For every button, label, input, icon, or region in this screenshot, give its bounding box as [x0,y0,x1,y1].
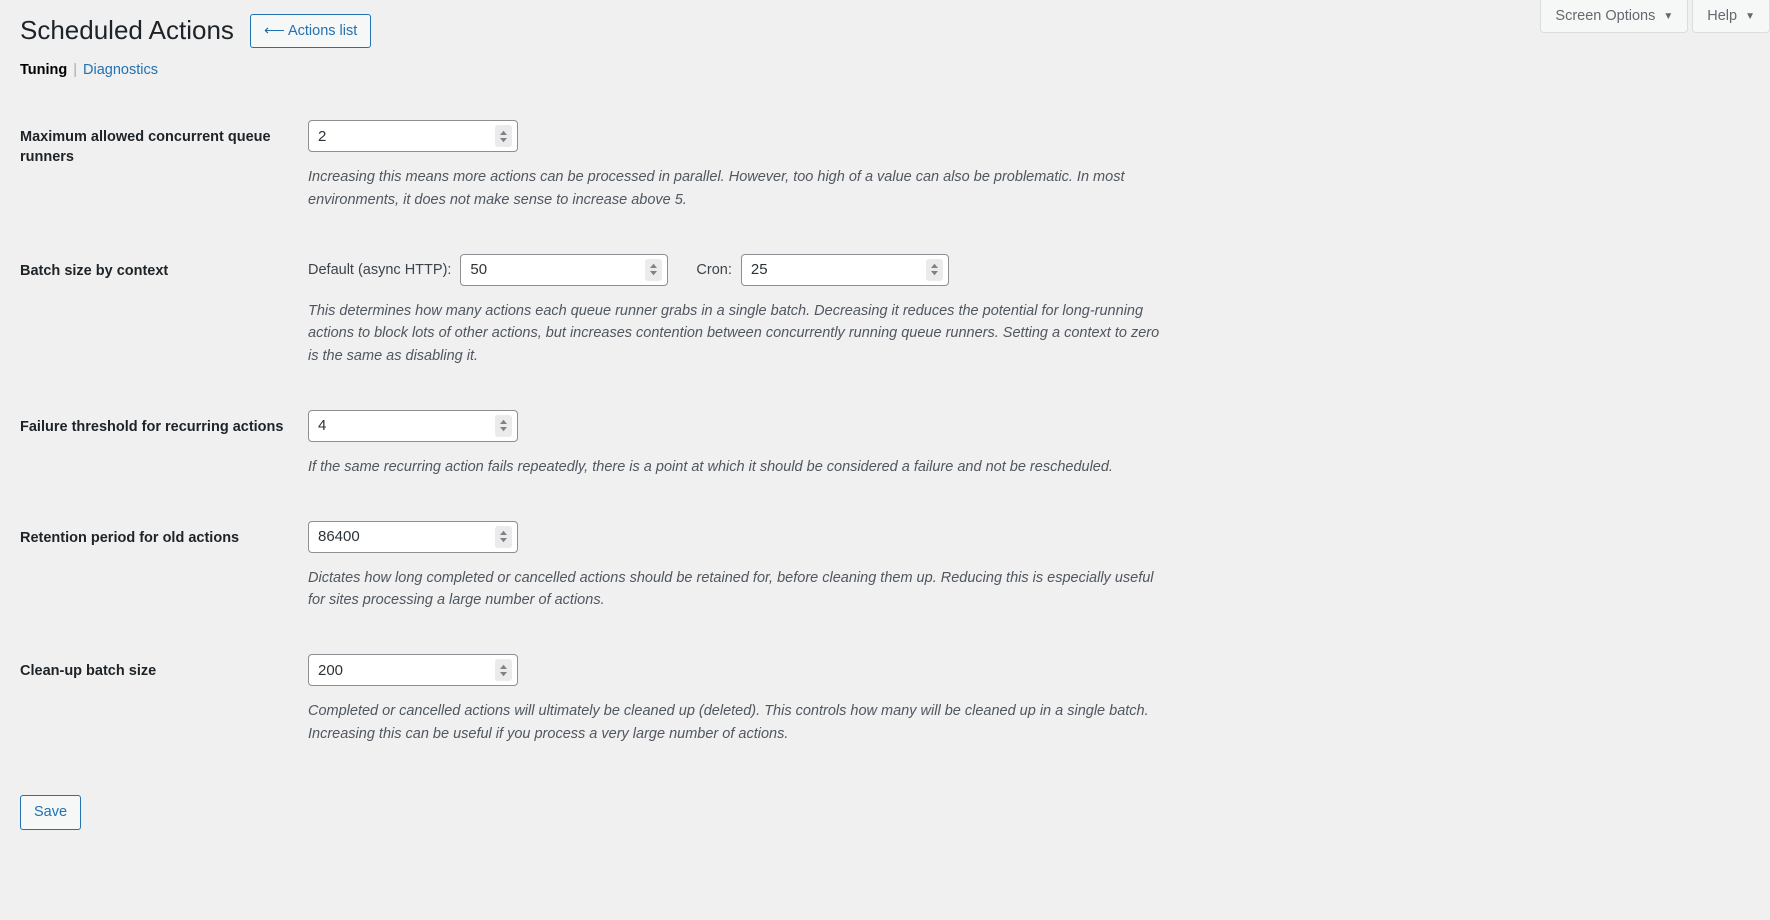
setting-field: 200 Completed or cancelled actions will … [308,646,1560,759]
admin-page-wrap: Scheduled Actions ⟵ Actions list Tuning … [20,0,1770,830]
setting-description: Increasing this means more actions can b… [308,169,1125,208]
batch-size-default-group: Default (async HTTP): 50 [308,253,669,286]
setting-field: 2 Increasing this means more actions can… [308,112,1560,225]
number-spinner[interactable] [495,414,512,437]
setting-row-concurrent-queue-runners: Maximum allowed concurrent queue runners… [20,112,1560,245]
input-value: 86400 [318,528,360,546]
batch-size-cron-group: Cron: 25 [696,253,949,286]
batch-size-default-label: Default (async HTTP): [308,261,452,278]
setting-label: Failure threshold for recurring actions [20,418,284,435]
setting-description: If the same recurring action fails repea… [308,458,1113,475]
page-title: Scheduled Actions [20,15,234,46]
number-spinner[interactable] [495,125,512,148]
concurrent-queue-runners-input[interactable]: 2 [308,120,518,153]
setting-field: 4 If the same recurring action fails rep… [308,402,1560,493]
setting-row-batch-size-by-context: Batch size by context Default (async HTT… [20,246,1560,402]
input-value: 4 [318,417,327,435]
retention-period-input[interactable]: 86400 [308,520,518,553]
setting-row-cleanup-batch-size: Clean-up batch size 200 Completed or can… [20,646,1560,779]
save-button[interactable]: Save [20,795,82,830]
number-spinner[interactable] [495,525,512,548]
number-spinner[interactable] [495,659,512,682]
actions-list-button[interactable]: ⟵ Actions list [249,14,372,49]
setting-field: Default (async HTTP): 50 Cron: 25 This d… [308,246,1560,382]
setting-description: Completed or cancelled actions will ulti… [308,703,1149,742]
submit-area: Save [20,795,1770,830]
setting-label: Batch size by context [20,262,169,279]
failure-threshold-input[interactable]: 4 [308,409,518,442]
setting-row-failure-threshold: Failure threshold for recurring actions … [20,402,1560,513]
setting-row-retention-period: Retention period for old actions 86400 D… [20,513,1560,646]
setting-label: Retention period for old actions [20,529,240,546]
subsubsub-tabs: Tuning | Diagnostics [20,62,1770,78]
setting-description: This determines how many actions each qu… [308,302,1160,364]
batch-size-cron-input[interactable]: 25 [740,253,949,286]
input-value: 2 [318,127,327,145]
setting-field: 86400 Dictates how long completed or can… [308,513,1560,626]
batch-size-default-input[interactable]: 50 [460,253,669,286]
tab-separator: | [73,62,78,79]
input-value: 50 [470,261,488,279]
input-value: 25 [750,261,768,279]
tab-diagnostics[interactable]: Diagnostics [83,62,158,78]
setting-description: Dictates how long completed or cancelled… [308,569,1154,609]
number-spinner[interactable] [645,258,663,281]
input-value: 200 [318,661,344,679]
batch-size-cron-label: Cron: [696,261,732,278]
tuning-settings-table: Maximum allowed concurrent queue runners… [20,112,1560,779]
heading-row: Scheduled Actions ⟵ Actions list [20,0,1770,49]
setting-label: Maximum allowed concurrent queue runners [20,129,271,165]
cleanup-batch-size-input[interactable]: 200 [308,654,518,687]
tab-tuning[interactable]: Tuning [20,62,67,78]
setting-label: Clean-up batch size [20,663,157,680]
number-spinner[interactable] [925,258,943,281]
